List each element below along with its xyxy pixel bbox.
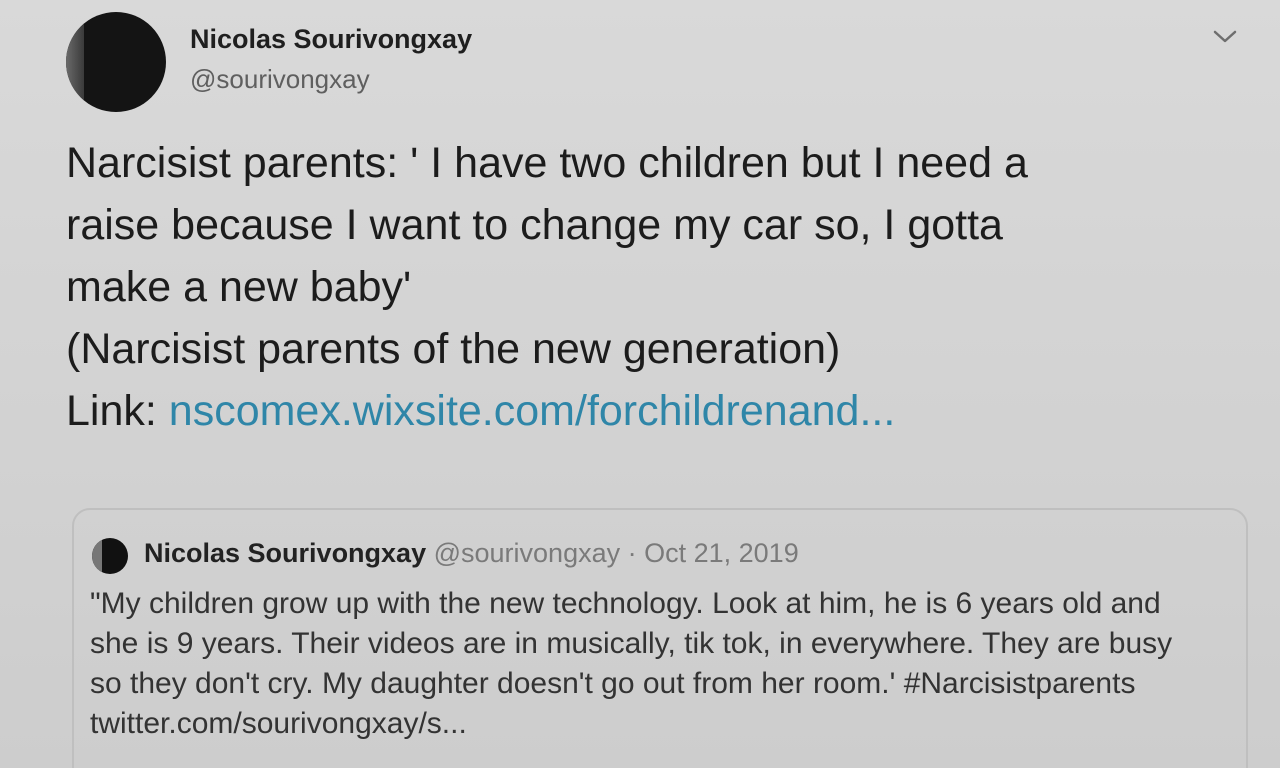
tweet-text-line: Narcisist parents: ' I have two children… xyxy=(66,139,1028,187)
quoted-text-line: "My children grow up with the new techno… xyxy=(90,587,1161,620)
author-handle[interactable]: @sourivongxay xyxy=(190,64,370,95)
avatar[interactable] xyxy=(66,12,166,112)
tweet-text-line: make a new baby' xyxy=(66,263,412,311)
tweet-link-line: Link: nscomex.wixsite.com/forchildrenand… xyxy=(66,380,1226,442)
tweet-text-line: raise because I want to change my car so… xyxy=(66,201,1003,249)
link-prefix: Link: xyxy=(66,387,169,435)
tweet-text-line: (Narcisist parents of the new generation… xyxy=(66,325,841,373)
chevron-down-icon-svg xyxy=(1213,30,1237,43)
quoted-tweet-text: "My children grow up with the new techno… xyxy=(90,584,1240,744)
tweet-link[interactable]: nscomex.wixsite.com/forchildrenand... xyxy=(169,387,896,435)
avatar-highlight xyxy=(66,12,84,112)
author-display-name[interactable]: Nicolas Sourivongxay xyxy=(190,24,472,55)
quoted-text-line: so they don't cry. My daughter doesn't g… xyxy=(90,667,1136,700)
quoted-author-handle[interactable]: @sourivongxay xyxy=(434,538,621,568)
tweet-text: Narcisist parents: ' I have two children… xyxy=(66,132,1226,442)
quoted-link-line[interactable]: twitter.com/sourivongxay/s... xyxy=(90,704,1240,744)
quoted-tweet[interactable]: Nicolas Sourivongxay @sourivongxay · Oct… xyxy=(72,508,1248,768)
quoted-date[interactable]: Oct 21, 2019 xyxy=(644,538,799,568)
quoted-tweet-header: Nicolas Sourivongxay @sourivongxay · Oct… xyxy=(144,538,799,569)
chevron-down-icon[interactable] xyxy=(1208,22,1242,52)
quoted-author-name[interactable]: Nicolas Sourivongxay xyxy=(144,538,426,568)
quoted-avatar-highlight xyxy=(92,538,102,574)
quoted-separator: · xyxy=(620,538,645,568)
quoted-text-line: she is 9 years. Their videos are in musi… xyxy=(90,627,1173,660)
tweet-card: Nicolas Sourivongxay @sourivongxay Narci… xyxy=(0,0,1280,768)
quoted-avatar[interactable] xyxy=(92,538,128,574)
